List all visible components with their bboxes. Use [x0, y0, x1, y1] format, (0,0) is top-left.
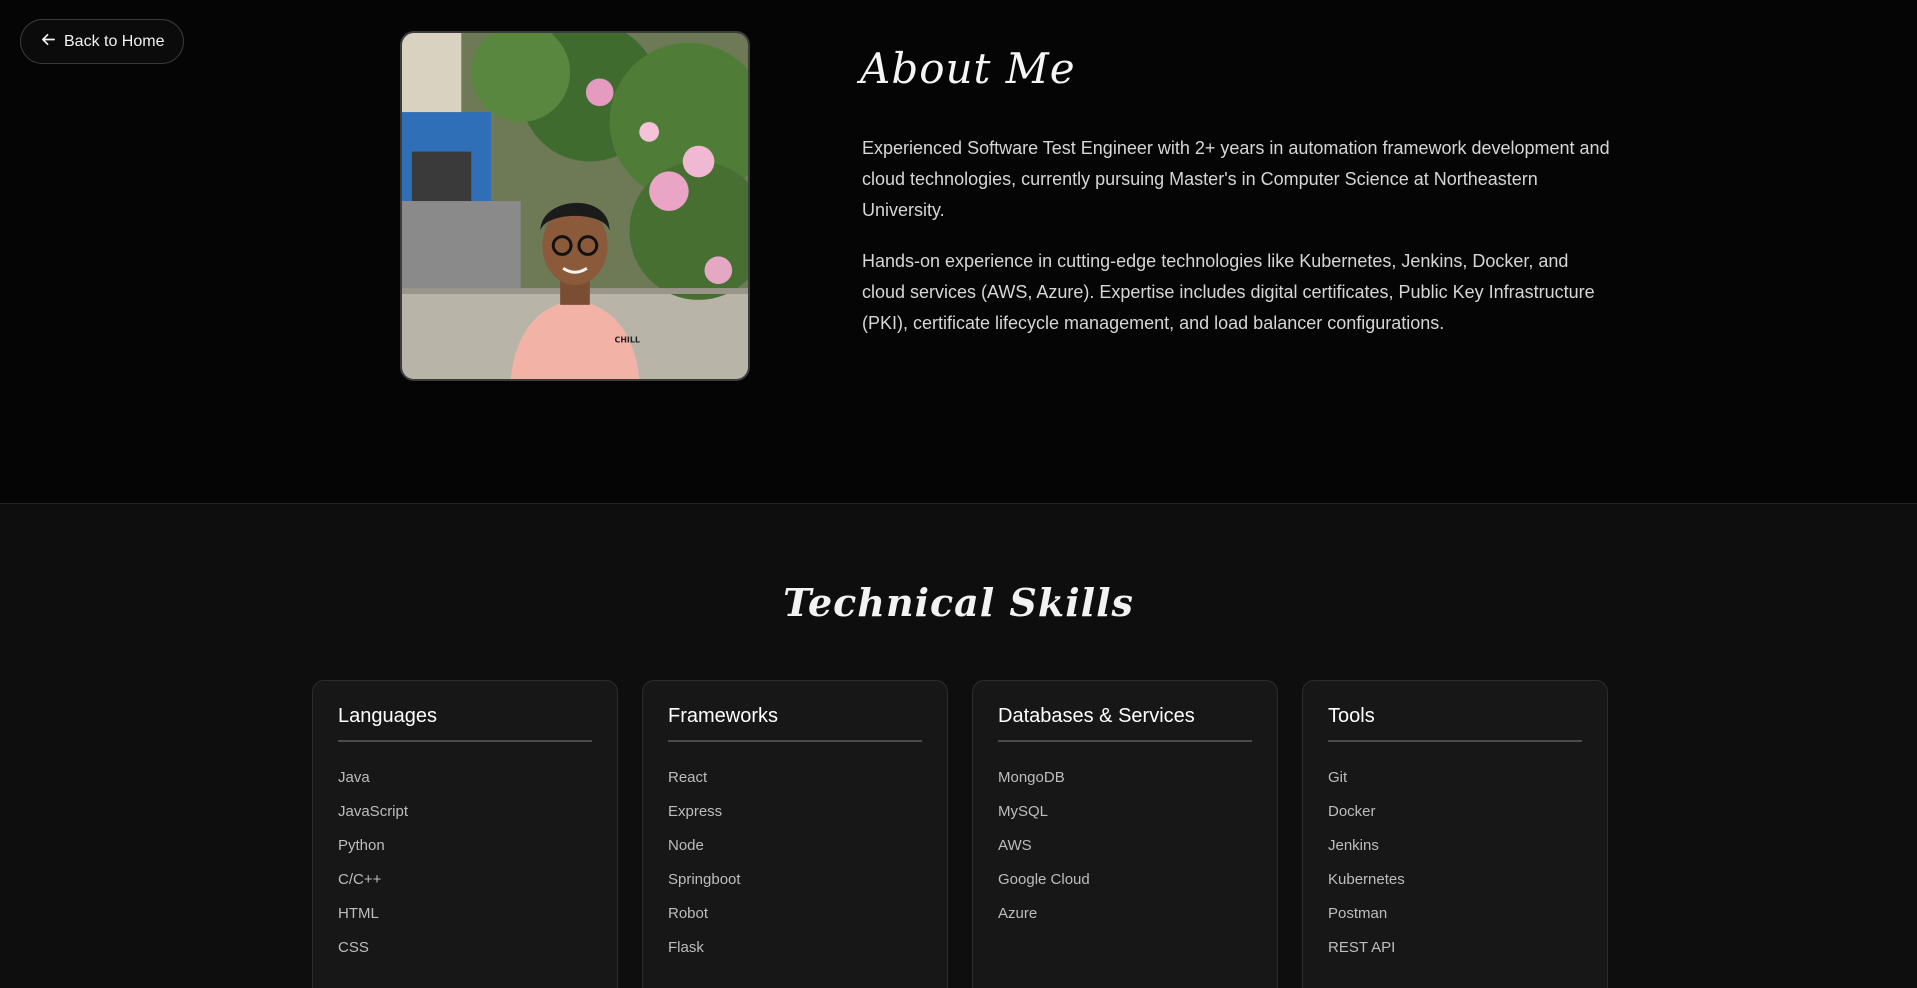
- skill-item: HTML: [338, 905, 379, 922]
- skill-item: Git: [1328, 769, 1348, 786]
- skill-item: CSS: [338, 939, 369, 956]
- back-to-home-label: Back to Home: [64, 32, 165, 50]
- skill-item: JavaScript: [338, 803, 409, 820]
- skill-card-title: Databases & Services: [998, 705, 1252, 742]
- skill-item: Java: [338, 769, 370, 786]
- skill-item: Jenkins: [1328, 837, 1379, 854]
- arrow-left-icon: [41, 32, 56, 52]
- skill-card-title: Frameworks: [668, 705, 922, 742]
- shirt-text: CHILL: [615, 335, 640, 344]
- about-title: About Me: [860, 44, 1076, 93]
- skill-card-title: Languages: [338, 705, 592, 742]
- skill-item: Springboot: [668, 871, 741, 888]
- skill-item: Node: [668, 837, 704, 854]
- skill-item: Docker: [1328, 803, 1376, 820]
- skill-item: REST API: [1328, 939, 1396, 956]
- skill-item: Azure: [998, 905, 1038, 922]
- skill-card-databases-services: Databases & Services MongoDB MySQL AWS G…: [972, 680, 1278, 988]
- skill-item: Postman: [1328, 905, 1388, 922]
- skill-card-tools: Tools Git Docker Jenkins Kubernetes Post…: [1302, 680, 1608, 988]
- back-to-home-button[interactable]: Back to Home: [20, 19, 184, 64]
- skill-item: Python: [338, 837, 385, 854]
- skill-item: C/C++: [338, 871, 382, 888]
- skill-item: Robot: [668, 905, 709, 922]
- about-section: CHILL About Me Experienced Software Test…: [0, 0, 1917, 503]
- skill-item: Flask: [668, 939, 704, 956]
- skills-section: Technical Skills Languages Java JavaScri…: [0, 504, 1917, 988]
- about-paragraph-2: Hands-on experience in cutting-edge tech…: [862, 251, 1595, 333]
- about-paragraph-1: Experienced Software Test Engineer with …: [862, 138, 1610, 220]
- skill-item: MySQL: [998, 803, 1049, 820]
- skill-item: MongoDB: [998, 769, 1065, 786]
- skill-item: Kubernetes: [1328, 871, 1405, 888]
- profile-photo: CHILL: [400, 31, 750, 381]
- skill-item: Google Cloud: [998, 871, 1090, 888]
- skill-item: Express: [668, 803, 723, 820]
- skill-item: AWS: [998, 837, 1032, 854]
- skills-title: Technical Skills: [783, 580, 1134, 625]
- skill-card-languages: Languages Java JavaScript Python C/C++ H…: [312, 680, 618, 988]
- skill-card-frameworks: Frameworks React Express Node Springboot…: [642, 680, 948, 988]
- skill-card-title: Tools: [1328, 705, 1582, 742]
- skill-item: React: [668, 769, 708, 786]
